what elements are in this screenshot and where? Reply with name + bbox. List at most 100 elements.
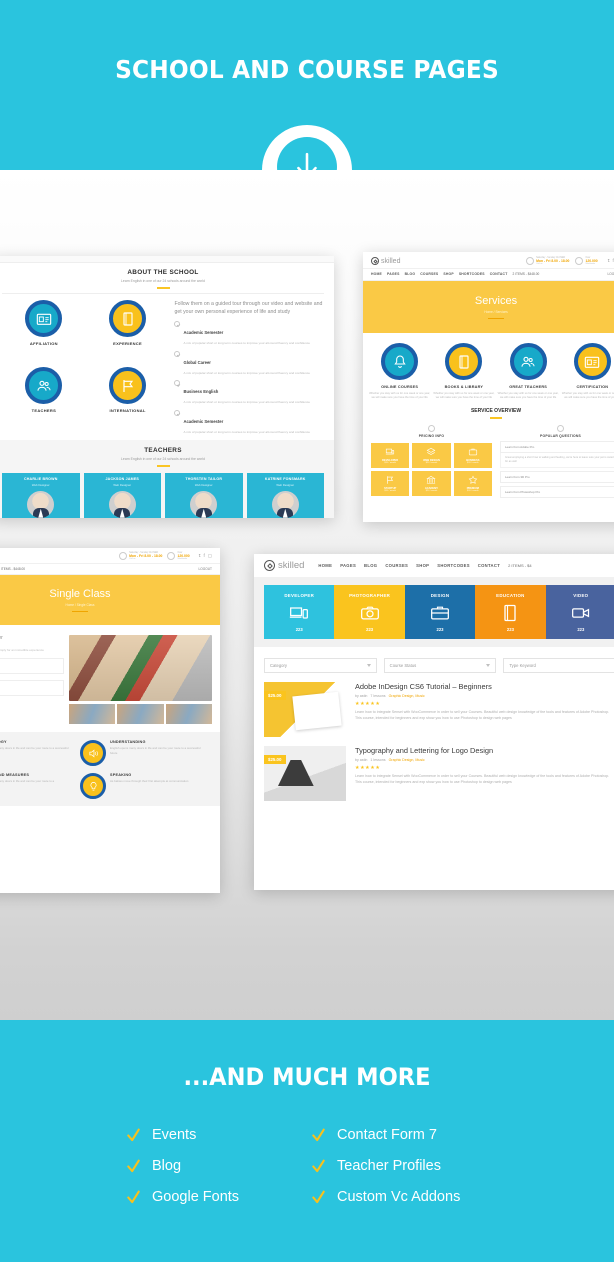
- avatar: [108, 490, 136, 518]
- accordion-item[interactable]: Learn from Adobe Pro: [500, 440, 614, 453]
- class-feature[interactable]: TECHNOLOGY English opens many doors in l…: [0, 740, 80, 766]
- pricing-tile[interactable]: STARTUP $20 / month: [371, 470, 410, 496]
- course-tags[interactable]: Graphic Design, Music: [389, 758, 425, 762]
- category-tile-video[interactable]: VIDEO 223: [545, 585, 614, 639]
- about-icon-label: TEACHERS: [31, 408, 57, 414]
- course-status-select[interactable]: Course Status: [383, 658, 497, 673]
- breadcrumb: Home / Single Class: [65, 602, 95, 607]
- keyword-search-input[interactable]: Type Keyword: [503, 658, 614, 673]
- list-item-desc: A mix of popular short or long term cour…: [183, 400, 311, 405]
- pricing-tile[interactable]: ACADEMY $20 / month: [412, 470, 451, 496]
- nav-shop[interactable]: SHOP: [443, 272, 453, 276]
- class-feature[interactable]: UNDERSTANDING English opens many doors i…: [80, 740, 212, 766]
- service-feature[interactable]: CERTIFICATION Whether you stay with us f…: [562, 343, 614, 400]
- pricing-tile[interactable]: DEVELOPER $20 / month: [371, 442, 410, 468]
- much-more-title: ...AND MUCH MORE: [183, 1063, 431, 1091]
- accordion-item[interactable]: Learn from Photoshop Pro›: [500, 486, 614, 498]
- nav-shortcodes[interactable]: SHORTCODES: [437, 563, 470, 568]
- screenshot-courses-page[interactable]: skilled HOME PAGES BLOG COURSES SHOP SHO…: [254, 554, 614, 890]
- feature-label: GREAT TEACHERS: [509, 385, 547, 389]
- course-title[interactable]: Adobe InDesign CS6 Tutorial – Beginners: [355, 682, 614, 691]
- facebook-icon[interactable]: f: [203, 553, 204, 559]
- filter-value: Course Status: [389, 663, 417, 668]
- main-nav[interactable]: HOME PAGES BLOG COURSES SHOP SHORTCODES …: [363, 268, 614, 281]
- about-icon-item[interactable]: EXPERIENCE: [86, 300, 170, 361]
- cart-summary[interactable]: 2 ITEMS - $448.00: [512, 272, 539, 276]
- feature-label: UNDERSTANDING: [110, 740, 146, 744]
- feature-desc: Whether you stay with us for one week or…: [433, 392, 495, 400]
- instagram-icon[interactable]: ▢: [208, 553, 212, 559]
- course-lessons: 7 lessons: [370, 694, 386, 698]
- nav-home[interactable]: HOME: [371, 272, 382, 276]
- category-tile-photographer[interactable]: PHOTOGRAPHER 223: [334, 585, 405, 639]
- speaker-icon: [80, 740, 106, 766]
- category-label: DEVELOPER: [284, 592, 315, 598]
- screenshot-single-class-page[interactable]: Saturday - Sunday CLOSED Mon - Fri 8.00 …: [0, 548, 220, 893]
- nav-courses[interactable]: COURSES: [385, 563, 408, 568]
- nav-contact[interactable]: CONTACT: [490, 272, 508, 276]
- class-feature[interactable]: SHAPES AND MEASURES English opens many d…: [0, 773, 80, 799]
- pricing-tile[interactable]: PREMIUM $20 / month: [453, 470, 492, 496]
- accordion-item[interactable]: Learn from 3D Pro›: [500, 471, 614, 483]
- check-icon: [312, 1190, 325, 1203]
- cart-summary[interactable]: 2 ITEMS - $448.00: [0, 567, 25, 571]
- course-byline: by astin 1 lessons Graphic Design, Music: [355, 758, 614, 762]
- category-tile-education[interactable]: EDUCATION 223: [475, 585, 546, 639]
- nav-home[interactable]: HOME: [318, 563, 332, 568]
- teacher-card[interactable]: CHARLIE BROWN Web Designer: [2, 472, 80, 518]
- service-feature[interactable]: ONLINE COURSES Whether you stay with us …: [369, 343, 430, 400]
- category-tile-design[interactable]: DESIGN 223: [404, 585, 476, 639]
- list-item-desc: A mix of popular short or long term cour…: [183, 430, 311, 435]
- site-logo[interactable]: skilled: [264, 560, 304, 571]
- service-feature[interactable]: GREAT TEACHERS Whether you stay with us …: [498, 343, 559, 400]
- pricing-tile[interactable]: WEB DESIGN $20 / month: [412, 442, 451, 468]
- twitter-icon[interactable]: 𝗍: [199, 553, 201, 559]
- gallery-thumb[interactable]: [117, 704, 164, 724]
- checklist-label: Google Fonts: [152, 1189, 240, 1205]
- main-nav[interactable]: HOME PAGES BLOG COURSES SHOP SHORTCODES …: [318, 563, 531, 568]
- nav-pages[interactable]: PAGES: [387, 272, 400, 276]
- nav-contact[interactable]: CONTACT: [478, 563, 500, 568]
- nav-shop[interactable]: SHOP: [416, 563, 429, 568]
- about-icon-item[interactable]: INTERNATIONAL: [86, 367, 170, 428]
- about-icon-item[interactable]: TEACHERS: [2, 367, 86, 428]
- course-list-item[interactable]: $25.00 Adobe InDesign CS6 Tutorial – Beg…: [264, 682, 614, 737]
- category-label: DESIGN: [430, 592, 450, 598]
- teacher-card[interactable]: JACKSON JAMES Web Designer: [83, 472, 161, 518]
- course-tags[interactable]: Graphic Design, Music: [389, 694, 425, 698]
- logout-link[interactable]: LOGOUT: [608, 272, 614, 276]
- page-hero: Single Class Home / Single Class: [0, 575, 220, 625]
- service-feature[interactable]: BOOKS & LIBRARY Whether you stay with us…: [433, 343, 494, 400]
- pricing-tile[interactable]: BUSINESS $20 / month: [453, 442, 492, 468]
- accordion-answer: Great employing a short how to walking a…: [500, 452, 614, 468]
- main-nav[interactable]: SHORTCODES CONTACT 2 ITEMS - $448.00 LOG…: [0, 563, 220, 575]
- course-list-item[interactable]: $25.00 Typography and Lettering for Logo…: [264, 746, 614, 801]
- nav-shortcodes[interactable]: SHORTCODES: [459, 272, 485, 276]
- logout-link[interactable]: LOGOUT: [199, 567, 212, 571]
- course-lessons: 1 lessons: [370, 758, 386, 762]
- nav-pages[interactable]: PAGES: [340, 563, 356, 568]
- teacher-card[interactable]: THORSTEN TAILOR Web Designer: [165, 472, 243, 518]
- teacher-card[interactable]: KATRINE FONSMARK Web Designer: [246, 472, 324, 518]
- nav-blog[interactable]: BLOG: [405, 272, 416, 276]
- category-filter-select[interactable]: Category: [264, 658, 377, 673]
- category-tile-developer[interactable]: DEVELOPER 223: [264, 585, 335, 639]
- nav-blog[interactable]: BLOG: [364, 563, 377, 568]
- feature-desc: Whether you stay with us for one week or…: [561, 392, 614, 400]
- screenshot-about-school[interactable]: ABOUT THE SCHOOL Learn English in one of…: [0, 256, 334, 518]
- feature-desc: English opens many doors in life and can…: [0, 746, 69, 750]
- avatar: [190, 490, 218, 518]
- screenshot-services-page[interactable]: skilled Saturday - Sunday CLOSED Mon - F…: [363, 252, 614, 522]
- about-icon-item[interactable]: AFFILIATION: [2, 300, 86, 361]
- teacher-name: CHARLIE BROWN: [23, 476, 58, 481]
- gallery-thumb[interactable]: [165, 704, 212, 724]
- gallery-thumb[interactable]: [69, 704, 116, 724]
- nav-courses[interactable]: COURSES: [420, 272, 438, 276]
- site-logo[interactable]: skilled: [371, 257, 400, 265]
- students-line3: Worldwide: [177, 558, 188, 560]
- list-item-title: Global Career: [183, 359, 211, 365]
- twitter-icon[interactable]: 𝗍: [608, 258, 610, 264]
- cart-summary[interactable]: 2 ITEMS - $4: [508, 563, 532, 568]
- course-title[interactable]: Typography and Lettering for Logo Design: [355, 746, 614, 755]
- class-feature[interactable]: SPEAKING As babies move through their fi…: [80, 773, 212, 799]
